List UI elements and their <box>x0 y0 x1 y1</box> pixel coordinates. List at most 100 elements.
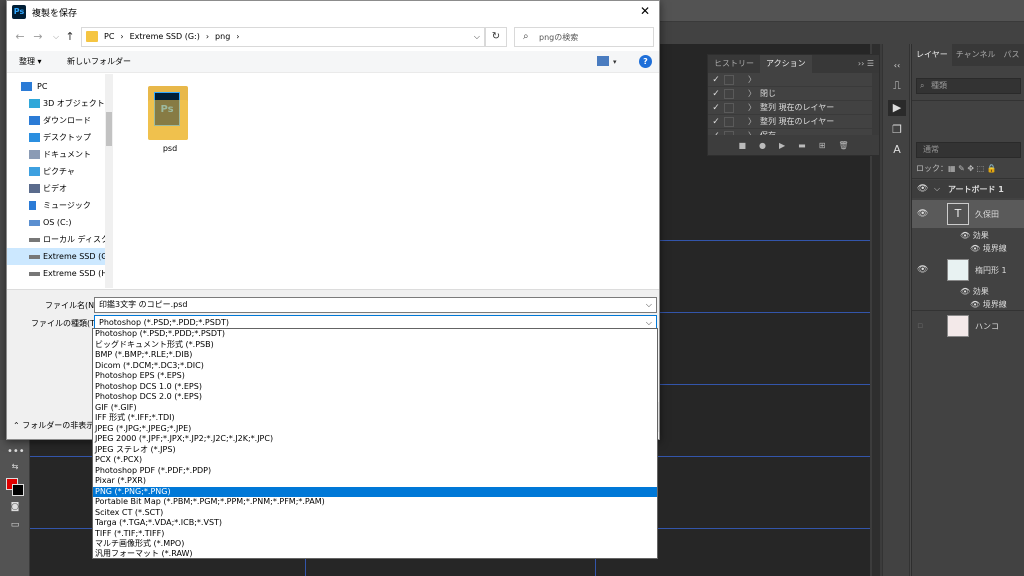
breadcrumb-separator[interactable]: › <box>206 32 209 41</box>
tab-channels[interactable]: チャンネル <box>952 44 1000 66</box>
sidebar-item-pictures[interactable]: ピクチャ <box>7 163 105 180</box>
refresh-icon[interactable]: ↻ <box>485 27 507 47</box>
eye-icon[interactable]: 👁 <box>960 231 970 240</box>
actions-scrollbar[interactable] <box>872 73 879 135</box>
hide-folders-button[interactable]: ⌃ フォルダーの非表示 <box>13 420 94 431</box>
filetype-option[interactable]: JPEG 2000 (*.JPF;*.JPX;*.JP2;*.J2C;*.J2K… <box>93 434 657 445</box>
hidden-eye-icon[interactable]: ▫ <box>917 321 923 331</box>
breadcrumb-separator[interactable]: › <box>236 32 239 41</box>
filetype-option[interactable]: Targa (*.TGA;*.VDA;*.ICB;*.VST) <box>93 518 657 529</box>
search-input[interactable] <box>539 30 649 44</box>
layer-row-shape[interactable]: 👁 楕円形 1 <box>912 256 1024 284</box>
expand-arrow-icon[interactable]: 〉 <box>748 102 760 113</box>
screen-mode-icon[interactable]: ▭ <box>7 520 23 532</box>
expand-arrow-icon[interactable]: 〉 <box>748 88 760 99</box>
filetype-option[interactable]: Photoshop DCS 2.0 (*.EPS) <box>93 392 657 403</box>
expand-arrow-icon[interactable]: 〉 <box>748 74 760 85</box>
tab-layers[interactable]: レイヤー <box>912 44 952 66</box>
filetype-option[interactable]: GIF (*.GIF) <box>93 403 657 414</box>
breadcrumb-item[interactable]: png <box>215 32 230 41</box>
new-folder-button[interactable]: 新しいフォルダー <box>67 51 131 73</box>
tab-paths[interactable]: パス <box>1000 44 1024 66</box>
nav-scrollbar[interactable] <box>105 74 113 288</box>
breadcrumb-item[interactable]: Extreme SSD (G:) <box>130 32 200 41</box>
forward-icon[interactable]: → <box>31 29 45 45</box>
back-icon[interactable]: ← <box>13 29 27 45</box>
sidebar-item-drive-g[interactable]: Extreme SSD (G:) <box>7 248 105 265</box>
filetype-option[interactable]: PCX (*.PCX) <box>93 455 657 466</box>
background-color-swatch[interactable] <box>12 484 24 496</box>
eye-icon[interactable]: 👁 <box>970 244 980 253</box>
search-box[interactable]: ⌕ <box>514 27 654 47</box>
eye-icon[interactable]: 👁 <box>917 184 928 194</box>
sidebar-item-pc[interactable]: PC <box>7 78 105 95</box>
filetype-option[interactable]: JPEG ステレオ (*.JPS) <box>93 445 657 456</box>
layer-row-image[interactable]: ▫ ハンコ <box>912 312 1024 340</box>
action-row[interactable]: ✓ 〉閉じ <box>708 87 879 101</box>
sidebar-item-3d-objects[interactable]: 3D オブジェクト <box>7 95 105 112</box>
sidebar-item-music[interactable]: ミュージック <box>7 197 105 214</box>
chevron-down-icon[interactable]: ⌵ <box>646 298 652 312</box>
swap-colors-icon[interactable]: ⇆ <box>7 462 23 474</box>
sidebar-item-drive-d[interactable]: ローカル ディスク (D <box>7 231 105 248</box>
record-icon[interactable]: ● <box>759 141 766 150</box>
collapse-panels-icon[interactable]: ‹‹ <box>888 58 906 74</box>
tab-history[interactable]: ヒストリー <box>708 55 760 73</box>
filetype-option[interactable]: Photoshop DCS 1.0 (*.EPS) <box>93 382 657 393</box>
filetype-option[interactable]: BMP (*.BMP;*.RLE;*.DIB) <box>93 350 657 361</box>
character-icon[interactable]: A <box>888 142 906 158</box>
sidebar-item-drive-c[interactable]: OS (C:) <box>7 214 105 231</box>
filetype-option[interactable]: ビッグドキュメント形式 (*.PSB) <box>93 340 657 351</box>
quick-mask-icon[interactable]: ◙ <box>7 502 23 514</box>
dialog-toggle[interactable] <box>724 102 734 113</box>
toggle-check-icon[interactable]: ✓ <box>708 103 724 113</box>
organize-button[interactable]: 整理 ▾ <box>19 51 42 73</box>
address-bar[interactable]: PC › Extreme SSD (G:) › png › ⌵ <box>81 27 485 47</box>
tab-actions[interactable]: アクション <box>760 55 812 73</box>
eye-icon[interactable]: 👁 <box>917 209 928 219</box>
filetype-option[interactable]: Dicom (*.DCM;*.DC3;*.DIC) <box>93 361 657 372</box>
filetype-option[interactable]: TIFF (*.TIF;*.TIFF) <box>93 529 657 540</box>
breadcrumb-separator[interactable]: › <box>120 32 123 41</box>
chevron-down-icon[interactable]: ▾ <box>613 51 617 73</box>
sidebar-item-documents[interactable]: ドキュメント <box>7 146 105 163</box>
filename-field[interactable]: 印鑑3文字 のコピー.psd ⌵ <box>94 297 657 313</box>
folder-icon[interactable]: ▬ <box>798 141 806 150</box>
filetype-option[interactable]: Photoshop PDF (*.PDF;*.PDP) <box>93 466 657 477</box>
breadcrumb-item[interactable]: PC <box>104 32 114 41</box>
lock-icons[interactable]: ▦ ✎ ✥ ⬚ 🔒 <box>948 164 997 173</box>
filetype-option[interactable]: Scitex CT (*.SCT) <box>93 508 657 519</box>
sidebar-item-drive-h[interactable]: Extreme SSD (H:) <box>7 265 105 282</box>
toggle-check-icon[interactable]: ✓ <box>708 89 724 99</box>
action-row[interactable]: ✓ 〉整列 現在のレイヤー <box>708 101 879 115</box>
view-options-icon[interactable] <box>597 56 609 66</box>
action-row[interactable]: ✓ 〉整列 現在のレイヤー <box>708 115 879 129</box>
chevron-down-icon[interactable]: ⌵ <box>934 184 940 194</box>
eye-icon[interactable]: 👁 <box>917 265 928 275</box>
trash-icon[interactable]: 🗑 <box>838 141 848 150</box>
filetype-option[interactable]: Photoshop (*.PSD;*.PDD;*.PSDT) <box>93 329 657 340</box>
eye-icon[interactable]: 👁 <box>970 300 980 309</box>
filetype-option[interactable]: IFF 形式 (*.IFF;*.TDI) <box>93 413 657 424</box>
eye-icon[interactable]: 👁 <box>960 287 970 296</box>
toggle-check-icon[interactable]: ✓ <box>708 117 724 127</box>
filetype-option[interactable]: Photoshop EPS (*.EPS) <box>93 371 657 382</box>
filetype-option[interactable]: Pixar (*.PXR) <box>93 476 657 487</box>
filetype-option[interactable]: マルチ画像形式 (*.MPO) <box>93 539 657 550</box>
filetype-option[interactable]: JPEG (*.JPG;*.JPEG;*.JPE) <box>93 424 657 435</box>
artboard-row[interactable]: 👁 ⌵ アートボード 1 <box>912 180 1024 198</box>
filetype-option[interactable]: 汎用フォーマット (*.RAW) <box>93 549 657 560</box>
toggle-check-icon[interactable]: ✓ <box>708 75 724 85</box>
stop-icon[interactable]: ■ <box>738 141 746 150</box>
sidebar-item-desktop[interactable]: デスクトップ <box>7 129 105 146</box>
filetype-option-selected[interactable]: PNG (*.PNG;*.PNG) <box>93 486 657 498</box>
file-item[interactable]: Ps psd <box>148 86 192 156</box>
blend-mode-dropdown[interactable]: 通常 <box>916 142 1021 158</box>
play-icon[interactable]: ▶ <box>779 141 785 150</box>
sidebar-item-downloads[interactable]: ダウンロード <box>7 112 105 129</box>
sidebar-item-videos[interactable]: ビデオ <box>7 180 105 197</box>
nav-scrollbar-thumb[interactable] <box>106 112 112 146</box>
filetype-option[interactable]: Portable Bit Map (*.PBM;*.PGM;*.PPM;*.PN… <box>93 497 657 508</box>
panel-menu-icon[interactable]: ›› ☰ <box>853 55 879 73</box>
action-row[interactable]: ✓ 〉 <box>708 73 879 87</box>
